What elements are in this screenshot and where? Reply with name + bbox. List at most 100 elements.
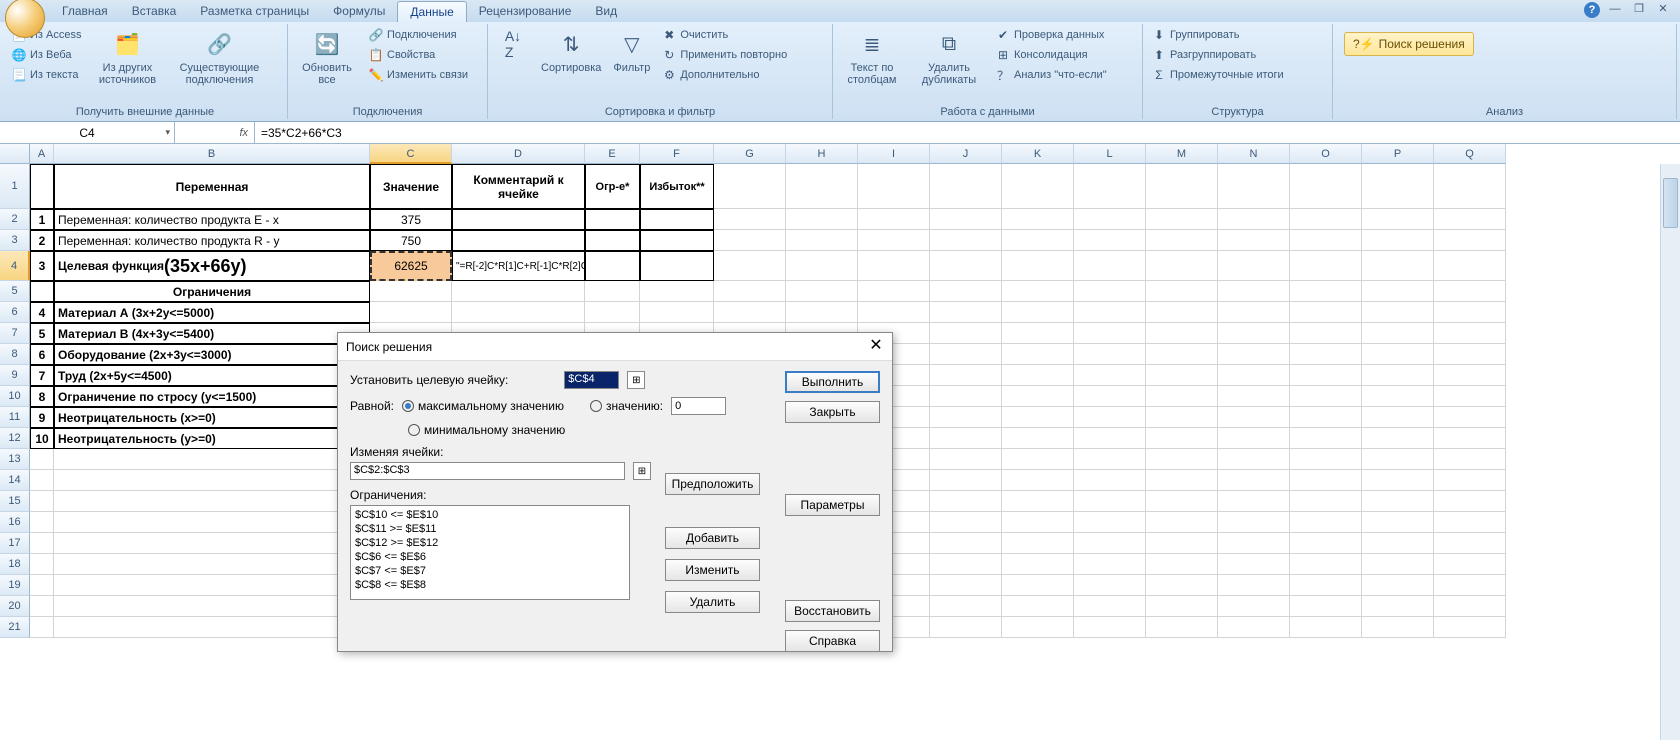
- cell[interactable]: [930, 596, 1002, 617]
- cell[interactable]: [30, 449, 54, 470]
- change-constraint-button[interactable]: Изменить: [665, 559, 760, 581]
- cell[interactable]: [1434, 554, 1506, 575]
- cell[interactable]: Оборудование (2х+3y<=3000): [54, 344, 370, 365]
- cell[interactable]: [1434, 533, 1506, 554]
- cell[interactable]: [786, 164, 858, 209]
- cell[interactable]: [1218, 449, 1290, 470]
- cell[interactable]: [1434, 575, 1506, 596]
- cell[interactable]: [1074, 230, 1146, 251]
- row-header-1[interactable]: 1: [0, 164, 30, 209]
- sort-button[interactable]: ⇅Сортировка: [537, 26, 605, 76]
- cell[interactable]: [930, 323, 1002, 344]
- cell[interactable]: [1002, 230, 1074, 251]
- cell[interactable]: [640, 209, 714, 230]
- cell[interactable]: [54, 470, 370, 491]
- cell[interactable]: [1434, 164, 1506, 209]
- cell[interactable]: [1290, 365, 1362, 386]
- cell[interactable]: [640, 281, 714, 302]
- cell[interactable]: [1362, 209, 1434, 230]
- cell[interactable]: 2: [30, 230, 54, 251]
- select-all-corner[interactable]: [0, 144, 30, 164]
- cell[interactable]: [1362, 407, 1434, 428]
- cell[interactable]: [1290, 407, 1362, 428]
- cell[interactable]: [1002, 302, 1074, 323]
- cell[interactable]: [1218, 230, 1290, 251]
- cell[interactable]: Комментарий к ячейке: [452, 164, 585, 209]
- col-header-O[interactable]: O: [1290, 144, 1362, 164]
- cell[interactable]: [786, 302, 858, 323]
- col-header-M[interactable]: M: [1146, 144, 1218, 164]
- help-button[interactable]: Справка: [785, 630, 880, 652]
- cell[interactable]: [1074, 512, 1146, 533]
- row-header-18[interactable]: 18: [0, 554, 30, 575]
- cell[interactable]: [30, 596, 54, 617]
- close-button[interactable]: ✕: [1654, 2, 1672, 18]
- cell[interactable]: [1002, 323, 1074, 344]
- cell[interactable]: [1290, 344, 1362, 365]
- cell[interactable]: [1074, 428, 1146, 449]
- cell[interactable]: [1362, 617, 1434, 638]
- cell[interactable]: [930, 491, 1002, 512]
- cell[interactable]: [1362, 596, 1434, 617]
- dialog-close-button[interactable]: ✕: [866, 337, 886, 357]
- cell[interactable]: [585, 230, 640, 251]
- cell[interactable]: [1146, 449, 1218, 470]
- cell[interactable]: [1002, 365, 1074, 386]
- cell[interactable]: [930, 617, 1002, 638]
- cell[interactable]: Неотрицательность (х>=0): [54, 407, 370, 428]
- cell[interactable]: Целевая функция (35х+66y): [54, 251, 370, 281]
- cell[interactable]: [1290, 596, 1362, 617]
- cell[interactable]: Значение: [370, 164, 452, 209]
- from-text-button[interactable]: 📃Из текста: [8, 66, 84, 84]
- row-header-4[interactable]: 4: [0, 251, 30, 281]
- cell[interactable]: [930, 533, 1002, 554]
- cell[interactable]: [1146, 344, 1218, 365]
- cell[interactable]: [1218, 428, 1290, 449]
- col-header-B[interactable]: B: [54, 144, 370, 164]
- cell[interactable]: [640, 302, 714, 323]
- cell[interactable]: [640, 230, 714, 251]
- cell[interactable]: 10: [30, 428, 54, 449]
- cell[interactable]: [1434, 323, 1506, 344]
- solve-button[interactable]: Выполнить: [785, 371, 880, 393]
- col-header-K[interactable]: K: [1002, 144, 1074, 164]
- row-header-2[interactable]: 2: [0, 209, 30, 230]
- cell[interactable]: [30, 575, 54, 596]
- from-other-sources-button[interactable]: 🗂️Из других источников: [88, 26, 166, 88]
- reapply-button[interactable]: ↻Применить повторно: [658, 46, 790, 64]
- cell[interactable]: [1146, 365, 1218, 386]
- cell[interactable]: [1074, 617, 1146, 638]
- from-web-button[interactable]: 🌐Из Веба: [8, 46, 84, 64]
- cell[interactable]: [858, 281, 930, 302]
- cell[interactable]: Неотрицательность (y>=0): [54, 428, 370, 449]
- cell[interactable]: [1146, 617, 1218, 638]
- cell[interactable]: [930, 470, 1002, 491]
- cell[interactable]: [452, 302, 585, 323]
- cell[interactable]: [1002, 281, 1074, 302]
- cell[interactable]: [930, 302, 1002, 323]
- cell[interactable]: [1146, 470, 1218, 491]
- vertical-scrollbar[interactable]: [1660, 164, 1680, 740]
- cell[interactable]: [1074, 302, 1146, 323]
- constraint-item[interactable]: $C$12 >= $E$12: [355, 536, 625, 550]
- cell[interactable]: [1146, 533, 1218, 554]
- cell[interactable]: [1074, 344, 1146, 365]
- constraint-item[interactable]: $C$11 >= $E$11: [355, 522, 625, 536]
- cell[interactable]: [1074, 449, 1146, 470]
- cell[interactable]: 4: [30, 302, 54, 323]
- cell[interactable]: [452, 230, 585, 251]
- filter-button[interactable]: ▽Фильтр: [609, 26, 654, 76]
- cell[interactable]: [1362, 386, 1434, 407]
- cell[interactable]: [1434, 512, 1506, 533]
- cell[interactable]: [1074, 575, 1146, 596]
- solver-button[interactable]: ?⚡Поиск решения: [1344, 32, 1474, 56]
- row-header-7[interactable]: 7: [0, 323, 30, 344]
- cell[interactable]: [1146, 281, 1218, 302]
- cell[interactable]: [930, 251, 1002, 281]
- remove-duplicates-button[interactable]: ⧉Удалить дубликаты: [910, 26, 988, 88]
- cell[interactable]: [1002, 209, 1074, 230]
- constraint-item[interactable]: $C$8 <= $E$8: [355, 578, 625, 592]
- cell[interactable]: [1074, 533, 1146, 554]
- target-cell-input[interactable]: $C$4: [564, 371, 619, 389]
- add-constraint-button[interactable]: Добавить: [665, 527, 760, 549]
